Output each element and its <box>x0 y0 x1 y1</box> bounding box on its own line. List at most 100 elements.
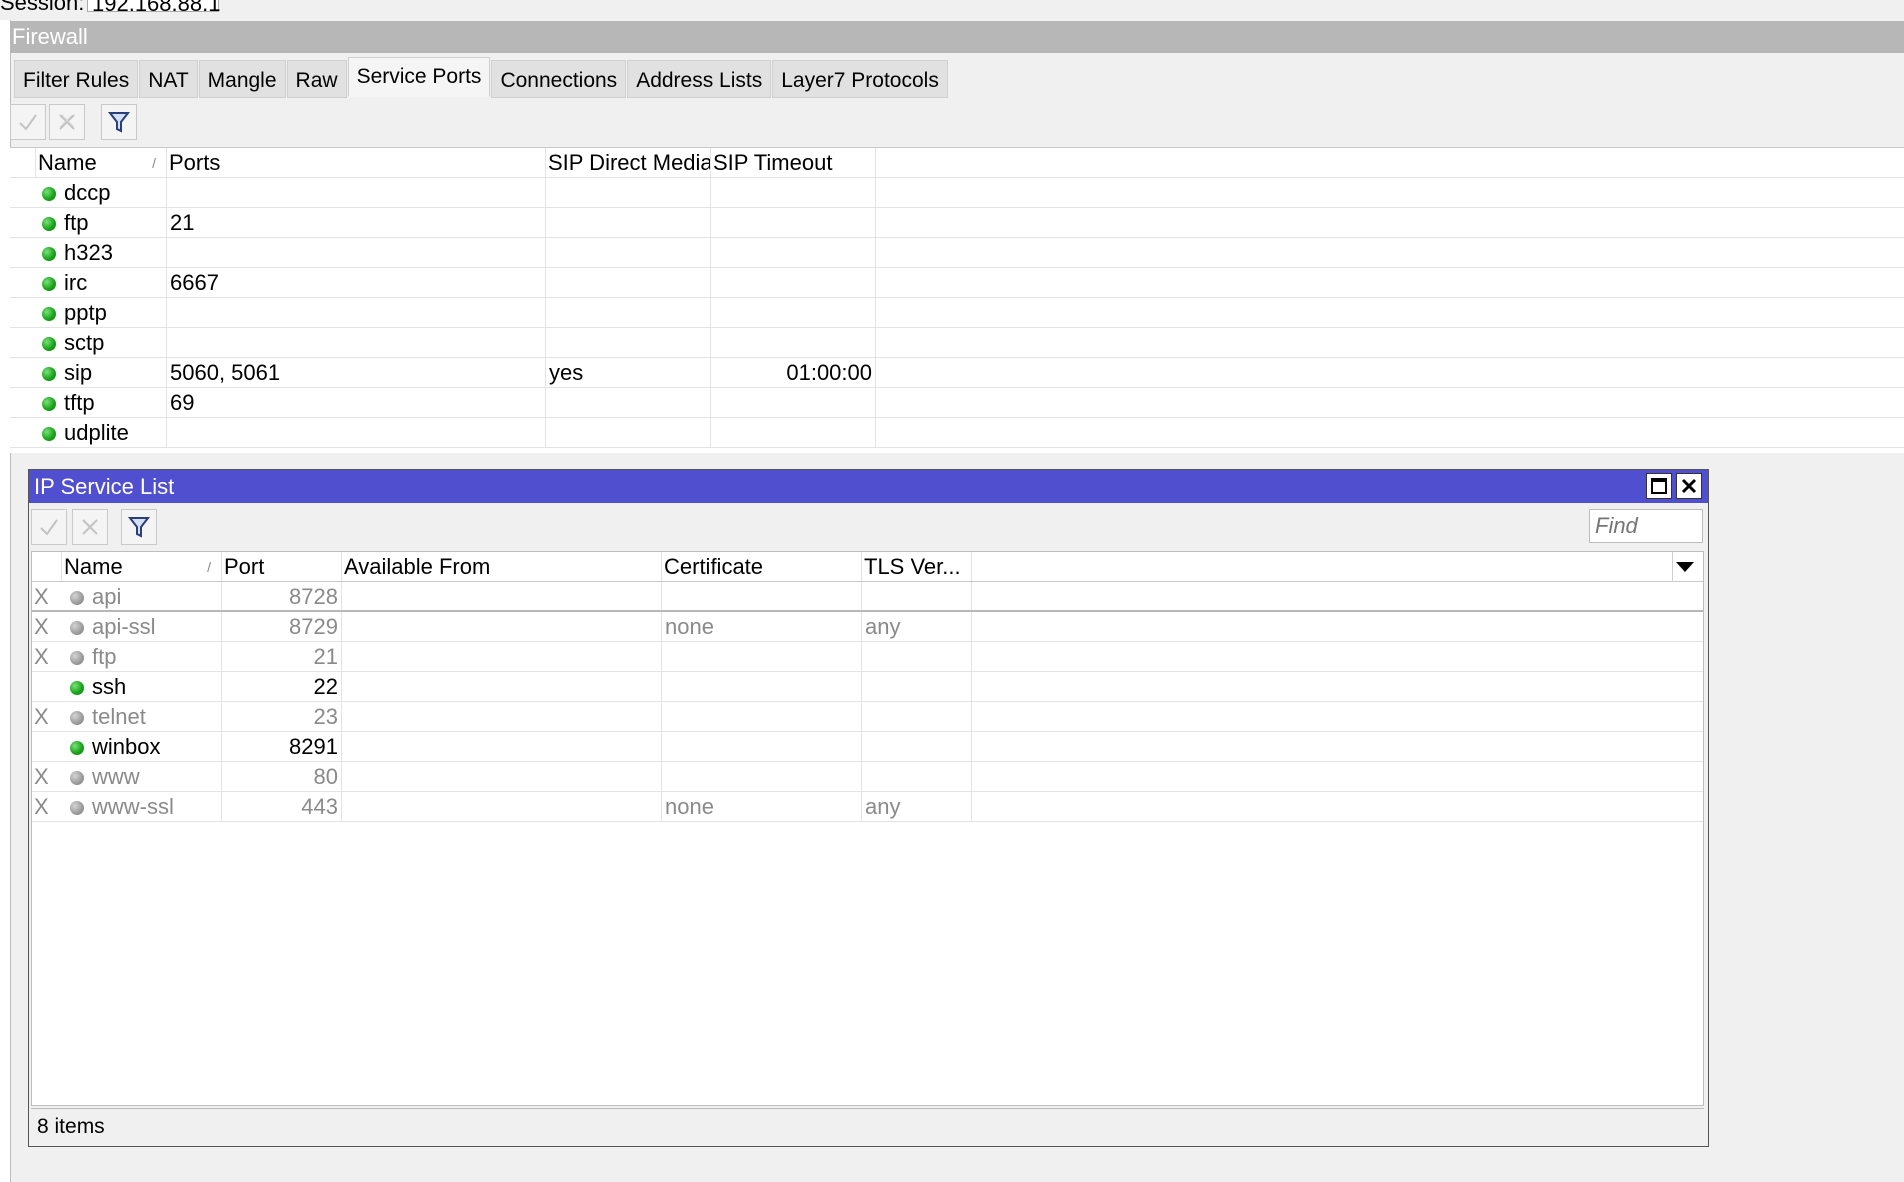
table-row[interactable]: irc 6667 <box>10 268 1904 298</box>
header-spacer <box>10 148 36 177</box>
table-header: Name / Ports SIP Direct Media SIP Timeout <box>10 148 1904 178</box>
table-row[interactable]: sctp <box>10 328 1904 358</box>
table-row[interactable]: udplite <box>10 418 1904 448</box>
column-header[interactable]: Ports <box>167 148 546 177</box>
disable-button[interactable] <box>49 104 85 140</box>
table-cell <box>862 672 972 701</box>
column-header[interactable]: TLS Ver... <box>862 552 972 581</box>
find-input[interactable] <box>1589 509 1703 543</box>
table-row[interactable]: h323 <box>10 238 1904 268</box>
tls: any <box>865 794 901 819</box>
tab-connections[interactable]: Connections <box>491 60 627 98</box>
tab-mangle[interactable]: Mangle <box>198 60 286 98</box>
service-name: telnet <box>92 704 146 729</box>
row-gutter <box>10 328 36 357</box>
service-name: dccp <box>64 180 111 205</box>
table-cell: ftp <box>36 208 167 237</box>
disabled-flag: X <box>34 704 49 729</box>
tab-nat[interactable]: NAT <box>139 60 198 98</box>
disable-icon <box>59 114 75 130</box>
disabled-flag <box>32 672 62 701</box>
column-menu-button[interactable] <box>1672 552 1699 582</box>
maximize-icon <box>1651 478 1667 494</box>
column-header[interactable]: Certificate <box>662 552 862 581</box>
tab-layer7-protocols[interactable]: Layer7 Protocols <box>772 60 948 98</box>
table-cell <box>167 418 546 447</box>
table-row[interactable]: ssh 22 <box>32 672 1703 702</box>
table-cell: h323 <box>36 238 167 267</box>
table-row[interactable]: Xwww 80 <box>32 762 1703 792</box>
table-cell <box>546 388 711 417</box>
service-name: winbox <box>92 734 161 759</box>
column-header-label: Available From <box>344 554 491 579</box>
service-name: sip <box>64 360 93 385</box>
enabled-status-icon <box>42 187 56 202</box>
table-cell <box>862 702 972 731</box>
service-name: www <box>92 764 140 789</box>
table-row[interactable]: dccp <box>10 178 1904 208</box>
table-row[interactable]: Xftp 21 <box>32 642 1703 672</box>
table-cell: 22 <box>222 672 342 701</box>
sort-icon[interactable]: / <box>207 552 211 581</box>
table-cell <box>546 238 711 267</box>
tab-filter-rules[interactable]: Filter Rules <box>14 60 139 98</box>
filter-button[interactable] <box>121 509 157 545</box>
table-row[interactable]: Xapi-ssl 8729 none any <box>32 612 1703 642</box>
table-cell: 01:00:00 <box>711 358 876 387</box>
close-button[interactable] <box>1676 473 1702 499</box>
disabled-flag: X <box>34 764 49 789</box>
column-header[interactable]: Name / <box>62 552 222 581</box>
maximize-button[interactable] <box>1646 473 1672 499</box>
enable-icon <box>40 519 58 536</box>
disabled-flag: X <box>34 584 49 609</box>
port: 23 <box>313 704 338 729</box>
table-cell <box>711 238 876 267</box>
tab-address-lists[interactable]: Address Lists <box>627 60 772 98</box>
table-header: Name / Port Available From Certificate TLS Ve… <box>32 552 1703 582</box>
session-field[interactable]: 192.168.88.1 <box>87 0 220 16</box>
enabled-status-icon <box>42 367 56 382</box>
enabled-status-icon <box>42 247 56 262</box>
table-row[interactable]: Xtelnet 23 <box>32 702 1703 732</box>
table-cell: udplite <box>36 418 167 447</box>
disabled-flag: X <box>34 644 49 669</box>
table-row[interactable]: ftp 21 <box>10 208 1904 238</box>
table-cell: ftp <box>62 642 222 671</box>
enable-button[interactable] <box>10 104 46 140</box>
table-cell <box>711 418 876 447</box>
table-cell: www-ssl <box>62 792 222 821</box>
enable-button[interactable] <box>31 509 67 545</box>
column-header-label: Name <box>64 554 123 579</box>
sort-icon[interactable]: / <box>152 148 156 177</box>
column-header[interactable]: SIP Timeout <box>711 148 876 177</box>
table-cell: any <box>862 612 972 641</box>
tls: any <box>865 614 901 639</box>
tab-raw[interactable]: Raw <box>286 60 347 98</box>
column-header-label: Ports <box>169 150 221 175</box>
service-name: udplite <box>64 420 129 445</box>
tab-service-ports[interactable]: Service Ports <box>347 57 491 97</box>
table-row[interactable]: Xwww-ssl 443 none any <box>32 792 1703 822</box>
service-name: h323 <box>64 240 113 265</box>
table-cell: 443 <box>222 792 342 821</box>
disable-button[interactable] <box>72 509 108 545</box>
table-cell: 8729 <box>222 612 342 641</box>
disabled-status-icon <box>70 591 84 606</box>
service-name: api <box>92 584 122 609</box>
table-cell <box>546 208 711 237</box>
table-cell: 8291 <box>222 732 342 761</box>
table-row[interactable]: tftp 69 <box>10 388 1904 418</box>
service-name: sctp <box>64 330 105 355</box>
table-cell <box>167 328 546 357</box>
column-header[interactable]: Available From <box>342 552 662 581</box>
disabled-status-icon <box>70 801 84 816</box>
table-row[interactable]: sip 5060, 5061 yes 01:00:00 <box>10 358 1904 388</box>
filter-button[interactable] <box>101 104 137 140</box>
table-row[interactable]: Xapi 8728 <box>32 582 1703 612</box>
column-header[interactable]: SIP Direct Media <box>546 148 711 177</box>
filter-icon <box>107 112 131 133</box>
table-row[interactable]: winbox 8291 <box>32 732 1703 762</box>
column-header[interactable]: Name / <box>36 148 167 177</box>
table-row[interactable]: pptp <box>10 298 1904 328</box>
column-header[interactable]: Port <box>222 552 342 581</box>
